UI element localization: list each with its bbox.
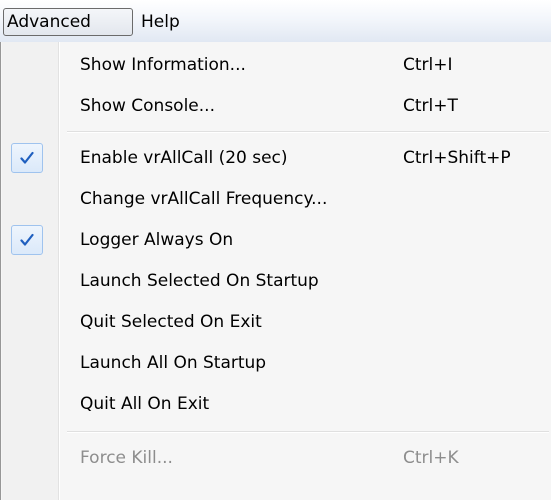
checkmark-box [11, 143, 43, 173]
menu-item-show-console[interactable]: Show Console... Ctrl+T [1, 86, 551, 127]
advanced-dropdown-menu: Show Information... Ctrl+I Show Console.… [0, 42, 551, 500]
menu-item-label: Show Console... [80, 96, 215, 116]
menu-item-launch-all-on-startup[interactable]: Launch All On Startup [1, 343, 551, 384]
menu-separator [67, 131, 549, 133]
menu-separator [67, 431, 549, 433]
menu-help[interactable]: Help [137, 8, 184, 36]
checkmark-icon [20, 151, 34, 164]
menu-advanced[interactable]: Advanced [3, 8, 133, 36]
checkmark-icon [20, 233, 34, 246]
menu-item-label: Change vrAllCall Frequency... [80, 189, 328, 209]
menu-item-label: Quit All On Exit [80, 394, 210, 414]
menu-item-force-kill[interactable]: Force Kill... Ctrl+K [1, 438, 551, 479]
menu-item-label: Force Kill... [80, 448, 173, 468]
menu-item-shortcut: Ctrl+I [403, 55, 453, 75]
menu-item-label: Launch All On Startup [80, 353, 267, 373]
menu-item-show-information[interactable]: Show Information... Ctrl+I [1, 45, 551, 86]
menu-item-quit-selected-on-exit[interactable]: Quit Selected On Exit [1, 302, 551, 343]
menu-item-label: Launch Selected On Startup [80, 271, 319, 291]
menu-item-label: Enable vrAllCall (20 sec) [80, 148, 288, 168]
menu-item-shortcut: Ctrl+T [403, 96, 458, 116]
menu-item-label: Logger Always On [80, 230, 234, 250]
menu-item-enable-vrallcall[interactable]: Enable vrAllCall (20 sec) Ctrl+Shift+P [1, 138, 551, 179]
menu-item-quit-all-on-exit[interactable]: Quit All On Exit [1, 384, 551, 425]
menu-item-shortcut: Ctrl+Shift+P [403, 148, 511, 168]
menu-item-label: Quit Selected On Exit [80, 312, 262, 332]
menu-bar: Advanced Help [0, 0, 551, 42]
menu-item-change-vrallcall-frequency[interactable]: Change vrAllCall Frequency... [1, 179, 551, 220]
menu-item-shortcut: Ctrl+K [403, 448, 459, 468]
menu-item-label: Show Information... [80, 55, 246, 75]
menu-item-logger-always-on[interactable]: Logger Always On [1, 220, 551, 261]
checkmark-box [11, 225, 43, 255]
menu-item-launch-selected-on-startup[interactable]: Launch Selected On Startup [1, 261, 551, 302]
